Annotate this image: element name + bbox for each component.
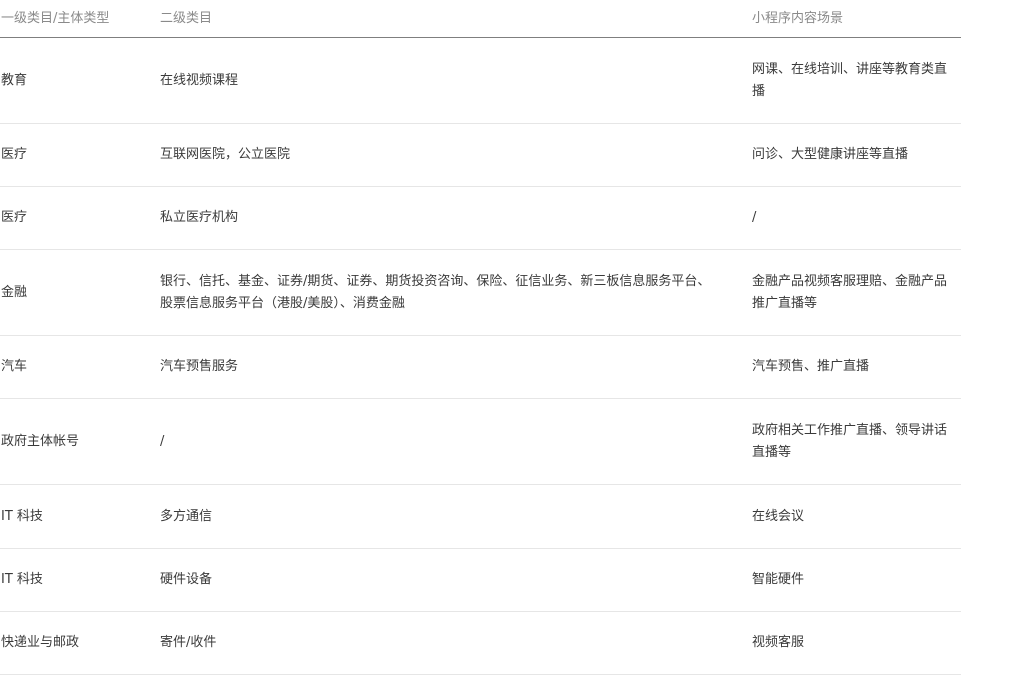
primary-category-cell: IT 科技: [1, 508, 43, 524]
primary-category-cell: 医疗: [1, 210, 28, 225]
primary-category-cell: 教育: [1, 72, 28, 88]
table-row: 医疗 互联网医院，公立医院 问诊、大型健康讲座等直播: [0, 124, 961, 187]
content-scenario-cell: 金融产品视频客服理赔、金融产品推广直播等: [752, 273, 948, 311]
secondary-category-cell: 银行、信托、基金、证券/期货、证券、期货投资咨询、保险、征信业务、新三板信息服务…: [160, 273, 711, 311]
primary-category-cell: 汽车: [1, 359, 28, 374]
content-scenario-cell: 在线会议: [752, 508, 805, 524]
secondary-category-cell: 寄件/收件: [160, 635, 217, 650]
secondary-category-cell: 在线视频课程: [160, 72, 239, 88]
secondary-category-cell: /: [160, 433, 165, 449]
primary-category-cell: 政府主体帐号: [1, 433, 80, 449]
table-row: 医疗 私立医疗机构 /: [0, 187, 961, 250]
category-table: 一级类目/主体类型 二级类目 小程序内容场景 教育 在线视频课程 网课、在线培训…: [0, 0, 961, 675]
secondary-category-cell: 互联网医院，公立医院: [160, 147, 291, 162]
table-row: 教育 在线视频课程 网课、在线培训、讲座等教育类直播: [0, 38, 961, 124]
secondary-category-cell: 硬件设备: [160, 572, 213, 587]
content-scenario-cell: 政府相关工作推广直播、领导讲话直播等: [752, 422, 948, 460]
content-scenario-cell: 智能硬件: [752, 572, 805, 587]
content-scenario-cell: /: [752, 210, 757, 225]
content-scenario-cell: 问诊、大型健康讲座等直播: [752, 147, 909, 162]
table-row: 政府主体帐号 / 政府相关工作推广直播、领导讲话直播等: [0, 399, 961, 485]
table-row: IT 科技 多方通信 在线会议: [0, 485, 961, 549]
secondary-category-cell: 汽车预售服务: [160, 359, 239, 374]
content-scenario-cell: 网课、在线培训、讲座等教育类直播: [752, 61, 948, 99]
content-scenario-cell: 汽车预售、推广直播: [752, 359, 870, 374]
primary-category-cell: 金融: [1, 284, 28, 300]
header-primary-category: 一级类目/主体类型: [1, 10, 110, 26]
primary-category-cell: IT 科技: [1, 572, 43, 587]
header-secondary-category: 二级类目: [160, 10, 213, 26]
primary-category-cell: 快递业与邮政: [1, 635, 80, 650]
table-header: 一级类目/主体类型 二级类目 小程序内容场景: [0, 0, 961, 38]
secondary-category-cell: 私立医疗机构: [160, 210, 239, 225]
primary-category-cell: 医疗: [1, 147, 28, 162]
content-scenario-cell: 视频客服: [752, 635, 805, 650]
secondary-category-cell: 多方通信: [160, 508, 213, 524]
table-row: IT 科技 硬件设备 智能硬件: [0, 549, 961, 612]
table-row: 快递业与邮政 寄件/收件 视频客服: [0, 612, 961, 675]
header-content-scenario: 小程序内容场景: [752, 10, 844, 26]
table-row: 汽车 汽车预售服务 汽车预售、推广直播: [0, 336, 961, 399]
table-row: 金融 银行、信托、基金、证券/期货、证券、期货投资咨询、保险、征信业务、新三板信…: [0, 250, 961, 336]
